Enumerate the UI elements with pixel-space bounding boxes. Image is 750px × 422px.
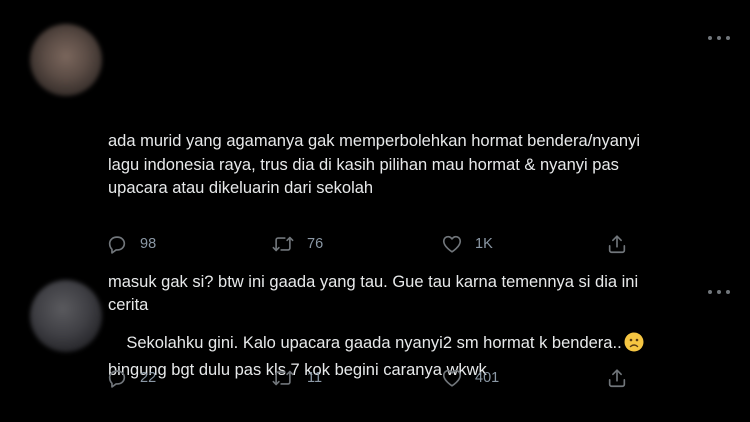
heart-icon	[442, 369, 462, 387]
reply-button[interactable]: 98	[106, 232, 156, 256]
share-button[interactable]	[606, 232, 628, 256]
like-button[interactable]: 1K	[441, 232, 493, 256]
action-bar: 98 76 1K	[106, 232, 646, 256]
more-icon[interactable]	[708, 34, 730, 42]
retweet-count: 11	[307, 370, 323, 386]
reply-icon	[108, 236, 126, 254]
action-bar: 22 11 401	[106, 366, 646, 390]
retweet-button[interactable]: 11	[271, 366, 322, 390]
like-count: 401	[475, 370, 500, 386]
reply-count: 98	[140, 236, 157, 252]
retweet-icon	[272, 236, 294, 252]
tweet-paragraph: Sekolahku gini. Kalo upacara gaada nyany…	[126, 333, 622, 352]
share-icon	[608, 235, 626, 254]
reply-button[interactable]: 22	[106, 366, 156, 390]
reply-icon	[108, 370, 126, 388]
reply-count: 22	[140, 370, 157, 386]
share-icon	[608, 369, 626, 388]
avatar[interactable]	[30, 280, 102, 352]
tweet[interactable]: ada murid yang agamanya gak memperbolehk…	[0, 0, 750, 314]
like-count: 1K	[475, 236, 493, 252]
retweet-icon	[272, 370, 294, 386]
share-button[interactable]	[606, 366, 628, 390]
retweet-button[interactable]: 76	[271, 232, 323, 256]
tweet-text: Sekolahku gini. Kalo upacara gaada nyany…	[108, 308, 708, 406]
tweet-paragraph: ada murid yang agamanya gak memperbolehk…	[108, 132, 640, 197]
avatar[interactable]	[30, 24, 102, 96]
heart-icon	[442, 235, 462, 253]
like-button[interactable]: 401	[441, 366, 499, 390]
frowning-face-emoji	[624, 332, 644, 360]
retweet-count: 76	[307, 236, 324, 252]
tweet[interactable]: Sekolahku gini. Kalo upacara gaada nyany…	[0, 272, 750, 422]
more-icon[interactable]	[708, 288, 730, 296]
